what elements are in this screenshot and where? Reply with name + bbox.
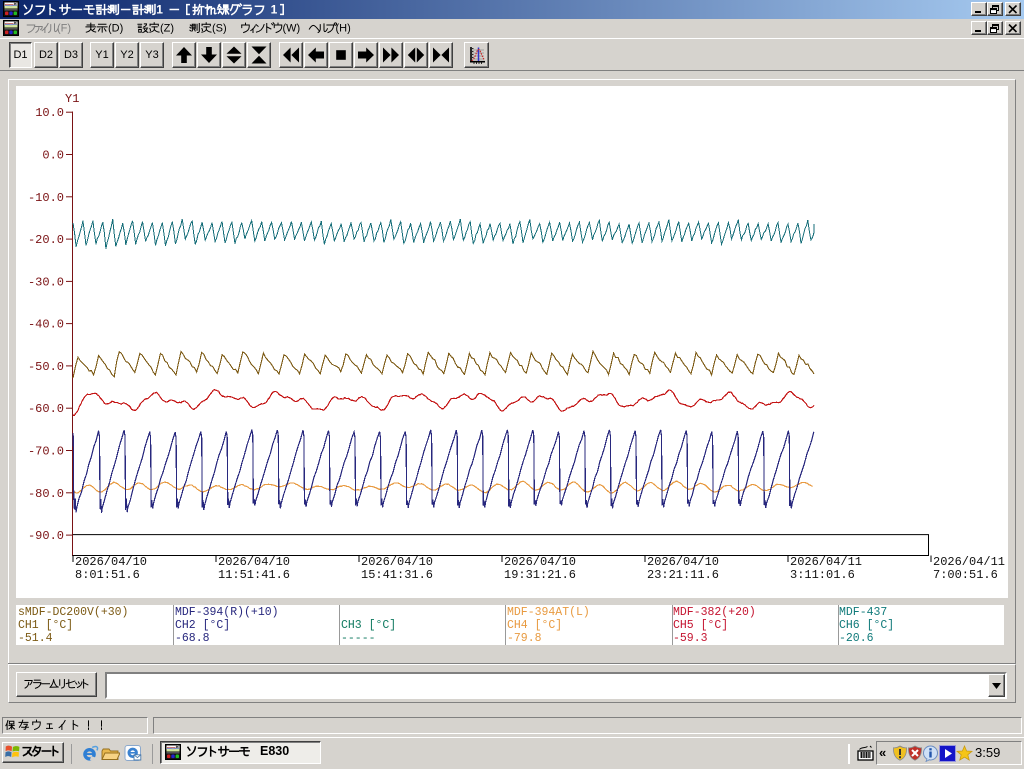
svg-text:-60.0: -60.0 (28, 402, 64, 416)
svg-text:(Z): (Z) (160, 23, 174, 35)
svg-text:8:01:51.6: 8:01:51.6 (75, 568, 140, 582)
svg-text:7:00:51.6: 7:00:51.6 (933, 568, 998, 582)
svg-text:-80.0: -80.0 (28, 487, 64, 501)
svg-text:2026/04/10: 2026/04/10 (361, 555, 433, 569)
svg-text:(W): (W) (283, 23, 301, 35)
svg-text:11:51:41.6: 11:51:41.6 (218, 568, 290, 582)
svg-text:15:41:31.6: 15:41:31.6 (361, 568, 433, 582)
svg-text:-10.0: -10.0 (28, 191, 64, 205)
svg-text:2026/04/10: 2026/04/10 (647, 555, 719, 569)
svg-text:23:21:11.6: 23:21:11.6 (647, 568, 719, 582)
svg-text:(D): (D) (108, 23, 123, 35)
svg-text:1: 1 (271, 3, 278, 17)
svg-text:(H): (H) (336, 23, 351, 35)
svg-text:10.0: 10.0 (35, 106, 64, 120)
svg-text:-20.0: -20.0 (28, 233, 64, 247)
svg-text:2026/04/10: 2026/04/10 (218, 555, 290, 569)
svg-text:2026/04/11: 2026/04/11 (933, 555, 1005, 569)
svg-text:0.0: 0.0 (42, 149, 64, 163)
svg-text:3:11:01.6: 3:11:01.6 (790, 568, 855, 582)
svg-text:1: 1 (156, 3, 163, 17)
svg-text:(S): (S) (212, 23, 227, 35)
svg-text:Y1: Y1 (65, 92, 79, 106)
svg-text:2026/04/10: 2026/04/10 (504, 555, 576, 569)
svg-text:2026/04/10: 2026/04/10 (75, 555, 147, 569)
svg-text:-70.0: -70.0 (28, 445, 64, 459)
svg-text:-50.0: -50.0 (28, 360, 64, 374)
svg-text:2026/04/11: 2026/04/11 (790, 555, 862, 569)
svg-text:-30.0: -30.0 (28, 275, 64, 289)
svg-text:-40.0: -40.0 (28, 318, 64, 332)
svg-text:E830: E830 (260, 744, 289, 758)
svg-text:-90.0: -90.0 (28, 529, 64, 543)
svg-text:19:31:21.6: 19:31:21.6 (504, 568, 576, 582)
svg-text:(F): (F) (57, 23, 71, 35)
